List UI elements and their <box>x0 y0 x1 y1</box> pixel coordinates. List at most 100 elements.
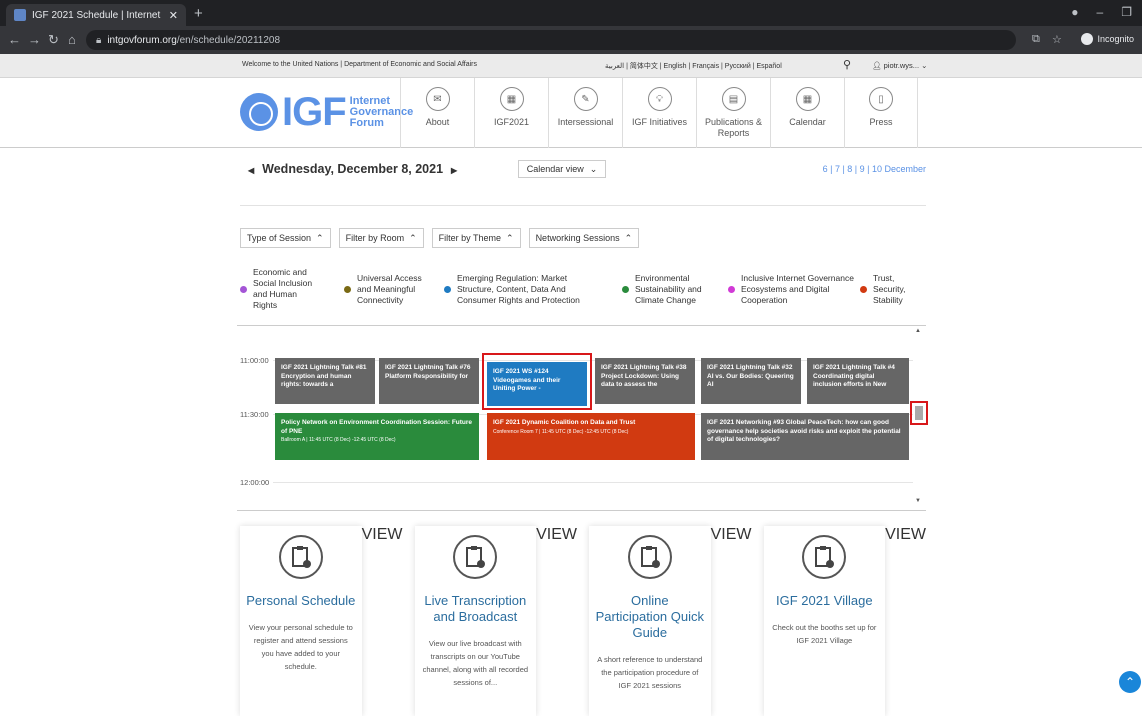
clipboard-icon <box>802 535 847 579</box>
forward-icon[interactable]: → <box>28 32 41 47</box>
back-to-top-button[interactable]: ⌃ <box>1119 671 1141 693</box>
incognito-indicator[interactable]: Incognito <box>1081 33 1134 45</box>
session-block[interactable]: IGF 2021 Lightning Talk #4 Coordinating … <box>807 358 909 404</box>
card-title: IGF 2021 Village <box>776 593 873 608</box>
nav-about[interactable]: ✉ About <box>400 78 474 148</box>
date-label: Wednesday, December 8, 2021 <box>262 162 444 176</box>
filter-label: Networking Sessions <box>535 233 620 243</box>
session-title: IGF 2021 Dynamic Coalition on Data and T… <box>493 419 636 426</box>
new-tab-icon[interactable]: + <box>194 5 203 22</box>
about-icon: ✉ <box>425 87 450 111</box>
user-name: piotr.wys... <box>883 61 920 70</box>
card-desc: View our live broadcast with transcripts… <box>422 639 529 687</box>
nav-press[interactable]: ▯ Press <box>844 78 918 148</box>
theme-item[interactable]: Trust, Security, Stability <box>860 260 926 318</box>
igf-logo[interactable]: IGF Internet Governance Forum <box>240 92 413 132</box>
theme-item[interactable]: Inclusive Internet Governance Ecosystems… <box>728 260 858 318</box>
session-block[interactable]: IGF 2021 Dynamic Coalition on Data and T… <box>487 413 695 460</box>
press-icon: ▯ <box>869 87 893 111</box>
back-icon[interactable]: ← <box>8 32 21 47</box>
view-button[interactable]: VIEW <box>711 526 752 703</box>
theme-label: Trust, Security, Stability <box>873 272 906 305</box>
filter-bar: Type of Session ⌃ Filter by Room ⌃ Filter … <box>240 228 640 248</box>
theme-label: Universal Access and Meaningful Connecti… <box>357 272 422 305</box>
calendar-view-select[interactable]: Calendar view ⌄ <box>518 160 606 178</box>
day-links[interactable]: 6 | 7 | 8 | 9 | 10 December <box>823 164 926 174</box>
nav-label: IGF Initiatives <box>631 117 687 127</box>
browser-tab[interactable]: IGF 2021 Schedule | Internet Gov ✕ <box>6 4 186 26</box>
view-button[interactable]: VIEW <box>885 526 926 703</box>
user-menu[interactable]: 👤︎ piotr.wys... ⌄ <box>872 61 927 70</box>
filter-room[interactable]: Filter by Room ⌃ <box>338 228 424 248</box>
language-links[interactable]: العربية | 简体中文 | English | Français | Ру… <box>605 61 782 71</box>
session-block[interactable]: IGF 2021 Lightning Talk #76 Platform Res… <box>379 358 479 404</box>
theme-item[interactable]: Economic and Social Inclusion and Human … <box>240 260 320 318</box>
filter-theme[interactable]: Filter by Theme ⌃ <box>431 228 521 248</box>
card-personal-schedule: Personal Schedule View your personal sch… <box>240 526 362 716</box>
card-live-transcription: Live Transcription and Broadcast View ou… <box>414 526 537 716</box>
bookmark-star-icon[interactable]: ☆ <box>1052 33 1062 46</box>
theme-dot-icon <box>344 285 351 293</box>
session-block[interactable]: IGF 2021 Networking #93 Global PeaceTech… <box>701 413 909 460</box>
nav-label: IGF2021 <box>493 117 530 127</box>
un-emblem-icon <box>240 93 278 131</box>
theme-label: Environmental Sustainability and Climate… <box>635 272 702 305</box>
search-icon[interactable]: ⚲ <box>843 58 851 71</box>
nav-intersessional[interactable]: ✎ Intersessional <box>548 78 622 148</box>
session-block[interactable]: IGF 2021 Lightning Talk #81 Encryption a… <box>275 358 375 404</box>
session-block[interactable]: IGF 2021 Lightning Talk #32 AI vs. Our B… <box>701 358 801 404</box>
igf2021-icon: ▦ <box>499 87 524 111</box>
un-welcome-links[interactable]: Welcome to the United Nations | Departme… <box>242 61 477 68</box>
next-day-icon[interactable]: ▶ <box>443 166 465 175</box>
theme-dot-icon <box>860 285 867 293</box>
theme-dot-icon <box>240 285 247 293</box>
chevron-up-icon: ⌃ <box>316 232 324 243</box>
session-block[interactable]: Policy Network on Environment Coordinati… <box>275 413 479 460</box>
view-button[interactable]: VIEW <box>536 526 577 703</box>
calendar-icon: ▦ <box>795 87 820 111</box>
pencil-icon: ✎ <box>573 87 598 111</box>
scroll-down-icon[interactable]: ▼ <box>915 498 921 504</box>
calendar-view-label: Calendar view <box>526 164 584 174</box>
prev-day-icon[interactable]: ◀ <box>240 166 262 175</box>
card-online-participation: Online Participation Quick Guide A short… <box>589 526 711 716</box>
session-title: Policy Network on Environment Coordinati… <box>281 419 473 435</box>
theme-item[interactable]: Environmental Sustainability and Climate… <box>622 260 722 318</box>
info-cards: Personal Schedule View your personal sch… <box>240 526 926 716</box>
profile-icon[interactable]: ● <box>1071 5 1078 19</box>
reload-icon[interactable]: ↻ <box>48 32 59 48</box>
nav-igf-initiatives[interactable]: 💡︎ IGF Initiatives <box>622 78 696 148</box>
time-label: 12:00:00 <box>240 478 270 487</box>
theme-item[interactable]: Universal Access and Meaningful Connecti… <box>344 260 424 318</box>
home-icon[interactable]: ⌂ <box>68 32 76 47</box>
url-path: /en/schedule/20211208 <box>176 34 281 46</box>
url-host: intgovforum.org <box>107 34 177 46</box>
scroll-up-icon[interactable]: ▲ <box>915 328 921 334</box>
timeline-scrollbar[interactable]: ▲ ▼ <box>910 326 928 510</box>
theme-item[interactable]: Emerging Regulation: Market Structure, C… <box>444 260 594 318</box>
session-block[interactable]: IGF 2021 Lightning Talk #38 Project Lock… <box>595 358 695 404</box>
card-desc: View your personal schedule to register … <box>248 623 353 671</box>
card-title: Live Transcription and Broadcast <box>424 593 527 624</box>
main-nav: ✉ About ▦ IGF2021 ✎ Intersessional 💡︎ IGF In… <box>400 78 918 148</box>
restore-icon[interactable]: ❐ <box>1121 5 1132 19</box>
card-desc: Check out the booths set up for IGF 2021… <box>772 623 877 645</box>
view-button[interactable]: VIEW <box>362 526 403 703</box>
nav-igf2021[interactable]: ▦ IGF2021 <box>474 78 548 148</box>
minimize-icon[interactable]: – <box>1097 5 1104 19</box>
theme-dot-icon <box>728 285 735 293</box>
filter-label: Filter by Theme <box>438 233 502 243</box>
nav-publications[interactable]: ▤ Publications & Reports <box>696 78 770 148</box>
filter-type-of-session[interactable]: Type of Session ⌃ <box>240 228 331 248</box>
nav-calendar[interactable]: ▦ Calendar <box>770 78 844 148</box>
tab-title: IGF 2021 Schedule | Internet Gov <box>32 9 163 21</box>
site-header: IGF Internet Governance Forum ✉ About ▦ IG… <box>0 78 1142 148</box>
filter-networking[interactable]: Networking Sessions ⌃ <box>528 228 640 248</box>
url-field[interactable]: 🔒︎ intgovforum.org/en/schedule/20211208 <box>86 30 1016 50</box>
translate-icon[interactable]: ⧉ <box>1032 33 1040 46</box>
un-top-bar: Welcome to the United Nations | Departme… <box>0 54 1142 78</box>
time-label: 11:30:00 <box>240 410 269 419</box>
close-tab-icon[interactable]: ✕ <box>169 9 178 22</box>
card-igf-village: IGF 2021 Village Check out the booths se… <box>763 526 886 716</box>
favicon-icon <box>14 9 26 21</box>
